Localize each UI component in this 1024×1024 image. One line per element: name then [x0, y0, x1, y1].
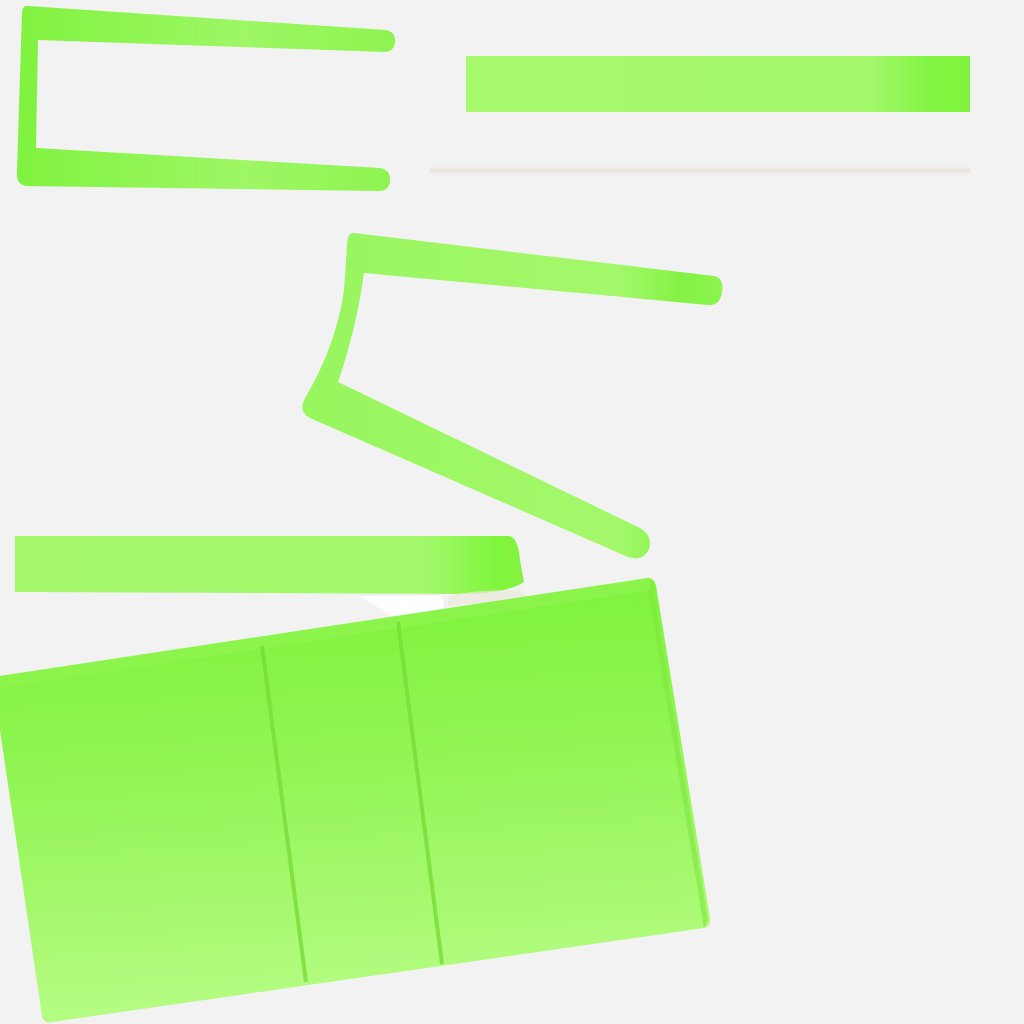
bracket-shape [16, 5, 396, 191]
texture-atlas [0, 5, 970, 1023]
texture-canvas [0, 0, 1024, 1024]
top-bar-shadow [430, 166, 970, 176]
middle-bar [15, 536, 525, 616]
top-bar [430, 56, 970, 176]
folder-box [0, 578, 711, 1023]
seven-shape [302, 232, 723, 559]
